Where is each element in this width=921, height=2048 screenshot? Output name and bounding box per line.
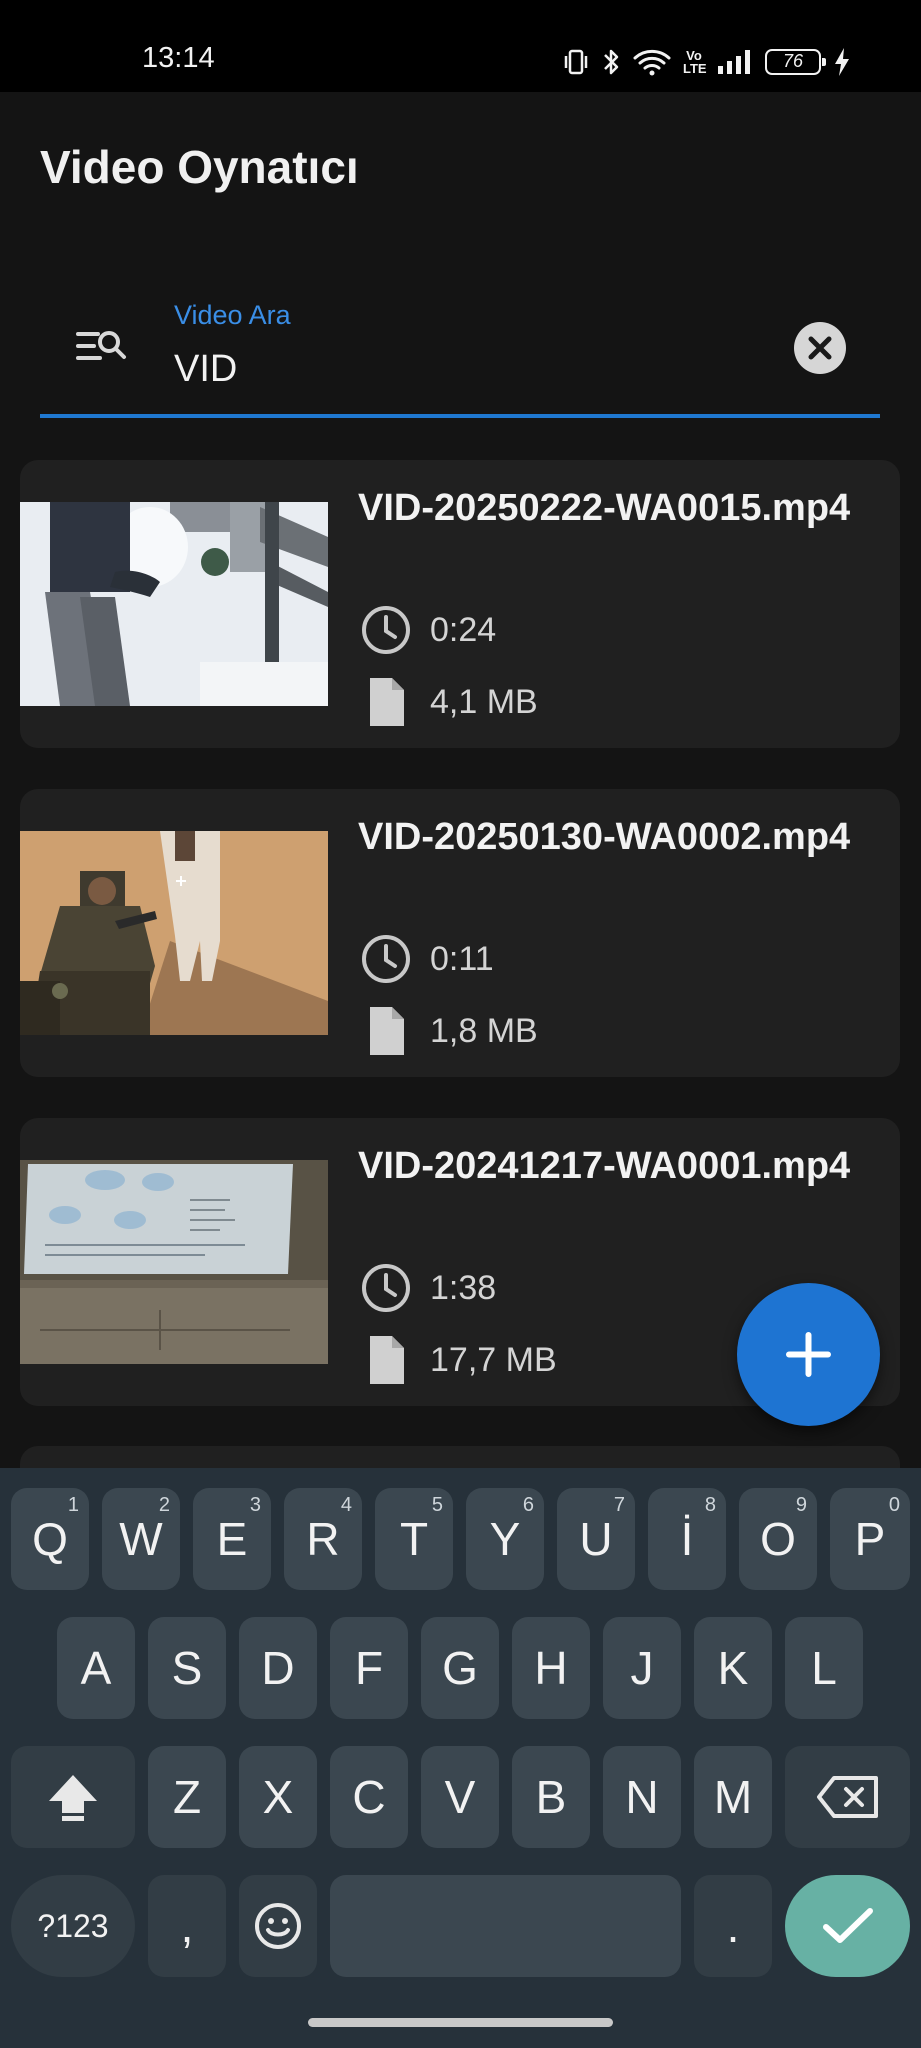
shift-icon <box>49 1775 97 1821</box>
signal-icon <box>718 50 750 74</box>
video-size: 17,7 MB <box>360 1332 557 1388</box>
video-size: 4,1 MB <box>360 674 538 730</box>
search-field[interactable]: Video Ara <box>40 290 880 418</box>
add-video-button[interactable] <box>737 1283 880 1426</box>
video-thumbnail <box>20 1160 328 1364</box>
clock-icon <box>362 935 410 983</box>
size-text: 4,1 MB <box>430 682 538 721</box>
key-s[interactable]: S <box>148 1617 226 1719</box>
close-icon <box>808 336 832 360</box>
clock-icon <box>362 1264 410 1312</box>
video-duration: 1:38 <box>360 1260 496 1316</box>
duration-text: 0:11 <box>430 939 494 978</box>
key-q[interactable]: Q1 <box>11 1488 89 1590</box>
duration-text: 1:38 <box>430 1268 497 1307</box>
key-c[interactable]: C <box>330 1746 408 1848</box>
key-v[interactable]: V <box>421 1746 499 1848</box>
clock-icon <box>362 606 410 654</box>
key-p[interactable]: P0 <box>830 1488 910 1590</box>
status-icons: Vo LTE 76 <box>563 44 851 80</box>
period-key[interactable]: . <box>694 1875 772 1977</box>
video-card[interactable]: VID-20250222-WA0015.mp4 0:24 4,1 MB <box>20 460 900 748</box>
video-title: VID-20250222-WA0015.mp4 <box>358 487 851 529</box>
status-bar: 13:14 Vo LTE 76 <box>0 0 921 92</box>
key-h[interactable]: H <box>512 1617 590 1719</box>
key-t[interactable]: T5 <box>375 1488 453 1590</box>
size-text: 17,7 MB <box>430 1340 557 1379</box>
key-n[interactable]: N <box>603 1746 681 1848</box>
emoji-key[interactable] <box>239 1875 317 1977</box>
file-icon <box>370 678 404 726</box>
on-screen-keyboard: Q1 W2 E3 R4 T5 Y6 U7 İ8 O9 P0 A S D F G … <box>0 1468 921 2048</box>
key-x[interactable]: X <box>239 1746 317 1848</box>
key-m[interactable]: M <box>694 1746 772 1848</box>
key-a[interactable]: A <box>57 1617 135 1719</box>
search-input[interactable] <box>174 344 774 394</box>
navigation-handle[interactable] <box>308 2018 613 2027</box>
key-d[interactable]: D <box>239 1617 317 1719</box>
video-card[interactable]: VID-20250130-WA0002.mp4 0:11 1,8 MB <box>20 789 900 1077</box>
key-g[interactable]: G <box>421 1617 499 1719</box>
vibrate-icon <box>564 49 588 75</box>
shift-key[interactable] <box>11 1746 135 1848</box>
clear-search-button[interactable] <box>794 322 846 374</box>
file-icon <box>370 1336 404 1384</box>
key-k[interactable]: K <box>694 1617 772 1719</box>
file-icon <box>370 1007 404 1055</box>
key-i-dotted[interactable]: İ8 <box>648 1488 726 1590</box>
video-duration: 0:11 <box>360 931 494 987</box>
size-text: 1,8 MB <box>430 1011 538 1050</box>
key-z[interactable]: Z <box>148 1746 226 1848</box>
page-title: Video Oynatıcı <box>40 141 359 193</box>
bluetooth-icon <box>604 49 619 75</box>
video-thumbnail <box>20 502 328 706</box>
key-f[interactable]: F <box>330 1617 408 1719</box>
volte-indicator: Vo LTE <box>683 48 707 76</box>
key-y[interactable]: Y6 <box>466 1488 544 1590</box>
symbols-key[interactable]: ?123 <box>11 1875 135 1977</box>
key-j[interactable]: J <box>603 1617 681 1719</box>
video-title: VID-20250130-WA0002.mp4 <box>358 816 851 858</box>
video-thumbnail <box>20 831 328 1035</box>
battery-indicator: 76 <box>765 49 826 75</box>
video-size: 1,8 MB <box>360 1003 538 1059</box>
key-e[interactable]: E3 <box>193 1488 271 1590</box>
plus-icon <box>786 1332 831 1377</box>
wifi-icon <box>633 49 671 76</box>
space-key[interactable] <box>330 1875 681 1977</box>
duration-text: 0:24 <box>430 610 497 649</box>
backspace-icon <box>816 1776 878 1818</box>
status-time: 13:14 <box>142 42 215 74</box>
key-b[interactable]: B <box>512 1746 590 1848</box>
video-title: VID-20241217-WA0001.mp4 <box>358 1145 851 1187</box>
checkmark-icon <box>822 1908 873 1943</box>
key-u[interactable]: U7 <box>557 1488 635 1590</box>
enter-key[interactable] <box>785 1875 910 1977</box>
emoji-icon <box>255 1903 301 1949</box>
comma-key[interactable]: , <box>148 1875 226 1977</box>
charging-icon <box>835 48 849 76</box>
key-l[interactable]: L <box>785 1617 863 1719</box>
search-label: Video Ara <box>174 300 291 330</box>
backspace-key[interactable] <box>785 1746 910 1848</box>
key-w[interactable]: W2 <box>102 1488 180 1590</box>
key-r[interactable]: R4 <box>284 1488 362 1590</box>
search-list-icon <box>76 331 126 360</box>
video-duration: 0:24 <box>360 602 496 658</box>
key-o[interactable]: O9 <box>739 1488 817 1590</box>
